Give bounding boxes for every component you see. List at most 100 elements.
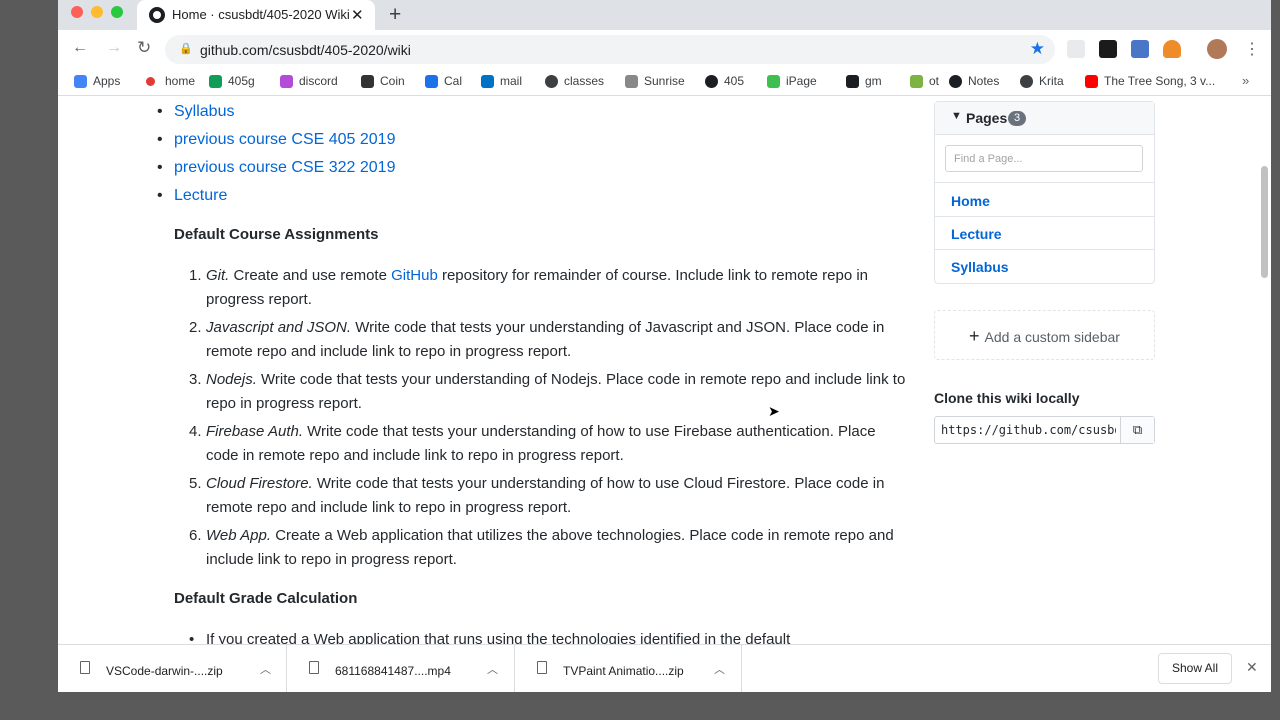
zip-file-icon [80,661,90,674]
clone-title: Clone this wiki locally [934,390,1080,406]
tab-strip: Home · csusbdt/405-2020 Wiki ✕ + [58,0,1271,30]
lecture-link[interactable]: Lecture [174,187,227,204]
outlook-icon [481,75,494,88]
globe-icon [1020,75,1033,88]
gm-icon [846,75,859,88]
cse322-2019-link[interactable]: previous course CSE 322 2019 [174,159,395,176]
bookmark-13[interactable]: Notes [968,74,999,88]
tab-close-icon[interactable]: ✕ [351,6,364,24]
download-item[interactable]: 681168841487....mp4 ︿ [287,645,515,692]
list-item: 3. Nodejs. Write code that tests your un… [189,371,906,412]
bookmark-star-icon[interactable]: ★ [1030,39,1045,59]
page-scrollbar[interactable] [1261,166,1268,278]
github-icon [949,75,962,88]
extension-icon[interactable] [1067,40,1085,58]
coin-icon [361,75,374,88]
profile-avatar[interactable] [1207,39,1227,59]
maximize-window-button[interactable] [111,6,123,18]
reload-button[interactable]: ↻ [137,38,151,58]
list-item: 1. Git. Create and use remote GitHub rep… [189,267,868,308]
discord-icon [280,75,293,88]
syllabus-link[interactable]: Syllabus [174,103,234,120]
sheets-icon [209,75,222,88]
browser-tab[interactable]: Home · csusbdt/405-2020 Wiki ✕ [137,0,375,30]
address-bar[interactable]: 🔒 github.com/csusbdt/405-2020/wiki ★ [165,35,1055,64]
cse405-2019-link[interactable]: previous course CSE 405 2019 [174,131,395,148]
download-name: VSCode-darwin-....zip [106,664,223,678]
clipboard-icon[interactable]: ⧉ [1120,417,1154,443]
close-window-button[interactable] [71,6,83,18]
forward-button[interactable]: → [106,39,122,57]
bookmark-9[interactable]: 405 [724,74,744,88]
bookmark-1[interactable]: home [165,74,195,88]
show-all-button[interactable]: Show All [1158,653,1232,684]
lock-icon: 🔒 [179,43,193,55]
extension-icon[interactable] [1131,40,1149,58]
extension-icon[interactable] [1099,40,1117,58]
page-link-home[interactable]: Home [951,193,990,209]
back-button[interactable]: ← [72,39,88,57]
chevron-up-icon[interactable]: ︿ [487,661,498,677]
chevron-up-icon[interactable]: ︿ [714,661,725,677]
pages-count-badge: 3 [1008,111,1026,126]
url-text[interactable]: github.com/csusbdt/405-2020/wiki [200,42,411,58]
assignments-heading: Default Course Assignments [174,226,379,243]
pages-panel: ▼ Pages 3 Home Lecture Syllabus [934,101,1155,284]
bookmark-15[interactable]: The Tree Song, 3 v... [1104,74,1215,88]
list-item[interactable]: previous course CSE 405 2019 [157,128,396,156]
list-item[interactable]: previous course CSE 322 2019 [157,156,396,184]
list-item[interactable]: Syllabus [157,100,395,128]
bookmark-6[interactable]: mail [500,74,522,88]
github-icon [149,7,165,23]
calendar-icon [425,75,438,88]
find-page-input[interactable] [945,145,1143,172]
mouse-cursor-icon: ➤ [768,403,780,419]
grade-heading: Default Grade Calculation [174,590,358,607]
downloads-bar: VSCode-darwin-....zip ︿ 681168841487....… [58,644,1271,692]
browser-menu-icon[interactable]: ⋮ [1244,39,1260,59]
clone-url-field[interactable]: https://github.com/csusbdt/405-2020.wiki… [934,416,1155,444]
bookmark-0[interactable]: Apps [93,74,120,88]
bookmark-11[interactable]: gm [865,74,882,88]
wiki-content: Syllabus previous course CSE 405 2019 pr… [58,96,1271,648]
new-tab-button[interactable]: + [389,3,401,27]
list-item: 2. Javascript and JSON. Write code that … [189,319,885,360]
github-link[interactable]: GitHub [391,267,438,284]
page-link-syllabus[interactable]: Syllabus [951,259,1009,275]
ipage-icon [767,75,780,88]
download-item[interactable]: TVPaint Animatio....zip ︿ [515,645,742,692]
bookmark-8[interactable]: Sunrise [644,74,685,88]
bookmark-5[interactable]: Cal [444,74,462,88]
metamask-icon[interactable] [1163,40,1181,58]
list-item: 5. Cloud Firestore. Write code that test… [189,475,885,516]
pages-title: Pages [966,110,1008,126]
bookmarks-bar: » Apps home 405g discord Coin Cal mail classes S… [58,68,1271,96]
bookmark-2[interactable]: 405g [228,74,255,88]
zip-file-icon [537,661,547,674]
bookmark-12[interactable]: ot [929,74,939,88]
chevron-up-icon[interactable]: ︿ [260,661,271,677]
minimize-window-button[interactable] [91,6,103,18]
bookmark-10[interactable]: iPage [786,74,817,88]
clone-url-text[interactable]: https://github.com/csusbdt/405-2020.wiki… [941,423,1116,437]
bookmark-14[interactable]: Krita [1039,74,1064,88]
list-item: 4. Firebase Auth. Write code that tests … [189,423,876,464]
bookmark-7[interactable]: classes [564,74,604,88]
download-item[interactable]: VSCode-darwin-....zip ︿ [58,645,287,692]
caret-down-icon: ▼ [951,110,962,122]
list-item: 6. Web App. Create a Web application tha… [189,527,894,568]
assignments-list: 1. Git. Create and use remote GitHub rep… [189,264,906,576]
add-custom-sidebar-button[interactable]: + Add a custom sidebar [934,310,1155,360]
tab-title: Home · csusbdt/405-2020 Wiki [172,7,350,22]
divider [935,182,1154,183]
close-icon[interactable]: ✕ [1246,659,1258,676]
page-link-lecture[interactable]: Lecture [951,226,1002,242]
pages-header[interactable]: ▼ Pages 3 [935,102,1154,135]
browser-toolbar: ← → ↻ 🔒 github.com/csusbdt/405-2020/wiki… [58,30,1271,68]
bookmark-3[interactable]: discord [299,74,338,88]
more-bookmarks-icon[interactable]: » [1242,73,1249,88]
youtube-icon [1085,75,1098,88]
globe-icon [545,75,558,88]
bookmark-4[interactable]: Coin [380,74,405,88]
list-item[interactable]: Lecture [157,184,395,212]
